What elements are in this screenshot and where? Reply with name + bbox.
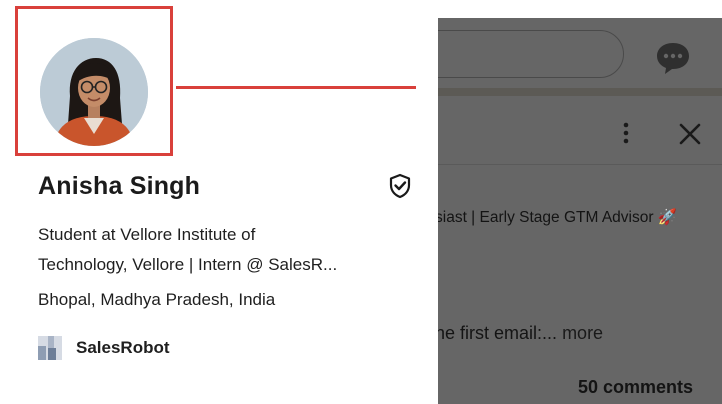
close-icon[interactable] [678, 122, 702, 146]
post-excerpt-text: he first email:... [438, 323, 558, 343]
profile-headline-line: Student at Vellore Institute of [38, 225, 256, 244]
background-post-overlay: siast | Early Stage GTM Advisor 🚀 he fir… [438, 18, 722, 404]
company-logo-icon [38, 336, 62, 360]
more-vertical-icon[interactable] [618, 122, 634, 144]
shield-check-icon [389, 173, 411, 199]
post-author-headline: siast | Early Stage GTM Advisor 🚀 [438, 209, 678, 226]
see-more-link[interactable]: more [562, 323, 603, 343]
divider [438, 88, 722, 96]
avatar[interactable] [40, 38, 148, 146]
chat-icon[interactable] [654, 38, 692, 76]
company-name[interactable]: SalesRobot [76, 338, 170, 358]
connector-line [176, 86, 416, 89]
profile-location: Bhopal, Madhya Pradesh, India [38, 290, 276, 309]
profile-headline-line: Technology, Vellore | Intern @ SalesR... [38, 255, 338, 274]
divider [438, 164, 722, 165]
profile-headline: Student at Vellore Institute of Technolo… [38, 220, 410, 280]
post-excerpt: he first email:... more [438, 323, 603, 344]
profile-name[interactable]: Anisha Singh [38, 172, 200, 201]
profile-photo-icon [40, 38, 148, 146]
search-bar[interactable] [438, 30, 624, 78]
comments-count[interactable]: 50 comments [578, 377, 693, 398]
